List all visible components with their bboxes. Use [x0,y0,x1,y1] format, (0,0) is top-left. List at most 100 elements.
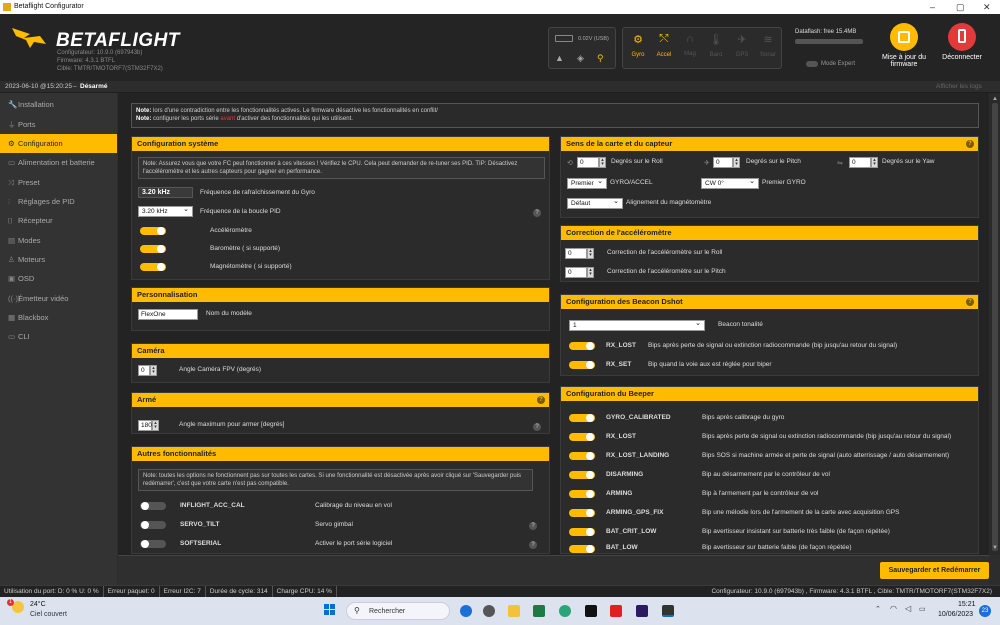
help-icon[interactable]: ? [966,298,974,306]
nav-power-battery[interactable]: ▭ Alimentation et batterie [0,153,117,172]
maximize-button[interactable]: ▢ [956,2,965,13]
nav-pid-tuning[interactable]: ⫶ Réglages de PID [0,192,117,211]
expert-mode-label: Mode Expert [821,61,856,67]
camera-angle-input[interactable]: 0 [138,365,150,376]
camera-angle-spinner[interactable]: ▴ ▾ [150,365,157,376]
gyro-select[interactable]: Premier [567,177,607,189]
nav-cli[interactable]: ▭ CLI [0,327,117,346]
excel-icon[interactable] [533,605,545,617]
volume-icon[interactable]: ◁ [905,604,911,613]
gyro-rate-display: 3.20 kHz [138,187,193,198]
help-icon[interactable]: ? [533,423,541,431]
file-explorer-icon[interactable] [508,605,520,617]
cycle-time: Durée de cycle: 314 [206,586,273,597]
gyro-alignment-select[interactable]: CW 0° [701,177,759,189]
vtx-icon: ((·)) [8,294,21,303]
beacon-tone-select[interactable]: 1 [569,319,705,331]
notification-badge[interactable]: 23 [979,605,991,617]
help-icon[interactable]: ? [529,541,537,549]
nav-ports[interactable]: ⏚ Ports [0,115,117,134]
beeper-disarming-toggle[interactable] [569,471,595,479]
nav-video-transmitter[interactable]: ((·))Émetteur vidéo [0,289,117,308]
roll-spinner[interactable]: ▴ ▾ [599,157,606,168]
nav-receiver[interactable]: ⌷ Récepteur [0,211,117,230]
teams-icon[interactable] [460,605,472,617]
edge-icon[interactable] [559,605,571,617]
pitch-spinner[interactable]: ▴ ▾ [733,157,740,168]
windows-start-icon[interactable] [324,604,336,616]
close-button[interactable]: ✕ [983,2,991,13]
taskbar-search[interactable]: ⚲ Rechercher [346,602,450,620]
youtube-icon[interactable] [610,605,622,617]
craft-name-input[interactable]: FlexOne [138,309,198,320]
content-scrollbar[interactable]: ▲ ▼ [990,93,1000,555]
wifi-icon[interactable]: ◠ [890,604,897,613]
nav-configuration[interactable]: ⚙ Configuration [0,134,117,153]
nav-motors[interactable]: ♙ Moteurs [0,250,117,269]
save-bar [118,555,989,585]
beeper-bat-crit-low-toggle[interactable] [569,528,595,536]
gyro-icon: ⚙ [633,34,643,46]
accel-pitch-spinner[interactable]: ▴ ▾ [587,267,594,278]
help-icon[interactable]: ? [537,396,545,404]
beeper-bat-low-toggle[interactable] [569,545,595,553]
tray-chevron-icon[interactable]: ⌃ [875,605,881,613]
accelerometer-toggle[interactable] [140,227,166,235]
help-icon[interactable]: ? [533,209,541,217]
panel-title: Personnalisation [132,288,549,302]
beacon-rx-set-toggle[interactable] [569,361,595,369]
servo-tilt-toggle[interactable] [140,521,166,529]
roll-input[interactable]: 0 [577,157,599,168]
arm-angle-spinner[interactable]: ▴ ▾ [152,420,159,431]
premiere-icon[interactable] [636,605,648,617]
minimize-button[interactable]: – [930,2,935,12]
clock-date[interactable]: 10/06/2023 [938,611,973,618]
beeper-gyro-calibrated-toggle[interactable] [569,414,595,422]
voltage-readout: 0.02V (USB) [578,36,609,42]
magnetometer-toggle[interactable] [140,263,166,271]
beeper-arming-gps-fix-toggle[interactable] [569,509,595,517]
nav-installation[interactable]: 🔧Installation [0,95,117,114]
accel-roll-input[interactable]: 0 [565,248,587,259]
clock-time[interactable]: 15:21 [958,601,976,608]
barometer-toggle[interactable] [140,245,166,253]
beacon-tone-label: Beacon tonalité [718,321,763,328]
pid-loop-select[interactable]: 3.20 kHz [138,205,193,217]
netflix-icon[interactable] [585,605,597,617]
beeper-rx-lost-toggle[interactable] [569,433,595,441]
status-strip: 2023-06-10 @15:20:25 – Désarmé Afficher … [0,81,1000,93]
battery-tray-icon[interactable]: ▭ [919,605,926,613]
help-icon[interactable]: ? [966,140,974,148]
save-reboot-button[interactable]: Sauvegarder et Redémarrer [880,562,989,579]
betaflight-taskbar-icon[interactable] [662,605,674,617]
yaw-input[interactable]: 0 [849,157,871,168]
cli-icon: ▭ [8,332,16,341]
accel-pitch-input[interactable]: 0 [565,267,587,278]
arm-angle-input[interactable]: 180 [138,420,152,431]
softserial-toggle[interactable] [140,540,166,548]
gyro-alignment-label: Premier GYRO [762,179,806,186]
show-logs-link[interactable]: Afficher les logs [936,83,982,90]
beeper-arming-toggle[interactable] [569,490,595,498]
nav-preset[interactable]: ⤨ Preset [0,173,117,192]
beacon-desc: Bips après perte de signal ou extinction… [648,342,898,349]
help-icon[interactable]: ? [529,522,537,530]
nav-modes[interactable]: ▤ Modes [0,231,117,250]
mag-alignment-select[interactable]: Défaut [567,197,623,209]
settings-icon[interactable] [483,605,495,617]
nav-osd[interactable]: ▣ OSD [0,269,117,288]
inflight-acc-cal-toggle[interactable] [140,502,166,510]
update-firmware-button[interactable] [890,23,918,51]
gyro-rate-label: Fréquence de rafraîchissement du Gyro [200,189,315,196]
disconnect-button[interactable] [948,23,976,51]
beeper-name: ARMING [606,490,633,497]
accel-roll-spinner[interactable]: ▴ ▾ [587,248,594,259]
i2c-errors: Erreur I2C: 7 [160,586,206,597]
nav-blackbox[interactable]: ▦ Blackbox [0,308,117,327]
beacon-rx-lost-toggle[interactable] [569,342,595,350]
expert-mode-toggle[interactable] [806,61,818,69]
beeper-rx-lost-landing-toggle[interactable] [569,452,595,460]
pitch-input[interactable]: 0 [713,157,733,168]
yaw-spinner[interactable]: ▴ ▾ [871,157,878,168]
baro-icon: 🌡 [709,34,723,46]
